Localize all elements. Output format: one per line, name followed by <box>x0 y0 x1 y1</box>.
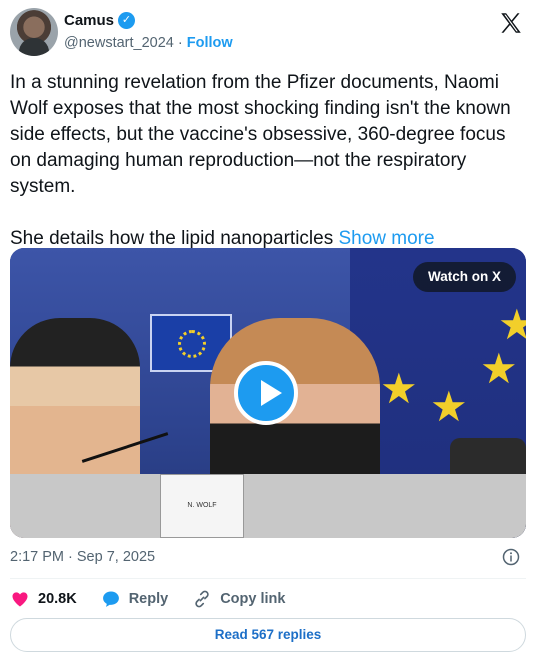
show-more-link[interactable]: Show more <box>338 228 434 249</box>
eu-star-icon: ★ <box>498 301 526 348</box>
tweet-timestamp[interactable]: 2:17 PM · Sep 7, 2025 <box>10 549 155 565</box>
tweet-body: In a stunning revelation from the Pfizer… <box>10 72 511 249</box>
heart-icon <box>12 592 28 607</box>
separator-dot: · <box>177 35 183 51</box>
flag-stars-ring <box>178 330 206 358</box>
eu-star-icon: ★ <box>480 345 518 392</box>
reply-bubble-icon <box>102 591 119 607</box>
copy-link-button[interactable]: Copy link <box>192 589 285 609</box>
author-handle-row: @newstart_2024 · Follow <box>64 35 233 51</box>
tweet-header: Camus ✓ @newstart_2024 · Follow <box>0 0 534 62</box>
author-name-row: Camus ✓ <box>64 12 136 29</box>
info-icon[interactable] <box>502 548 520 566</box>
divider <box>10 578 526 579</box>
play-icon[interactable] <box>234 361 298 425</box>
action-bar: 20.8K Reply Copy link <box>10 588 309 610</box>
like-count: 20.8K <box>38 591 77 607</box>
follow-button[interactable]: Follow <box>187 35 233 51</box>
eu-star-icon: ★ <box>380 365 418 412</box>
desk <box>10 474 526 538</box>
author-handle[interactable]: @newstart_2024 <box>64 35 174 51</box>
eu-star-icon: ★ <box>430 383 468 430</box>
avatar[interactable] <box>10 8 58 56</box>
reply-button[interactable]: Reply <box>101 589 169 609</box>
read-replies-button[interactable]: Read 567 replies <box>10 618 526 652</box>
link-icon <box>195 590 209 608</box>
tweet-text: In a stunning revelation from the Pfizer… <box>10 70 526 252</box>
video-player[interactable]: ★ ★ ★ ★ N. WOLF Watch on X <box>10 248 526 538</box>
reply-label: Reply <box>128 591 169 607</box>
nameplate: N. WOLF <box>160 474 244 538</box>
verified-badge-icon: ✓ <box>118 12 136 29</box>
x-logo-icon[interactable] <box>498 10 524 36</box>
like-button[interactable]: 20.8K <box>10 589 77 609</box>
author-display-name[interactable]: Camus <box>64 12 114 29</box>
watch-on-x-button[interactable]: Watch on X <box>413 262 516 292</box>
copy-link-label: Copy link <box>220 591 286 607</box>
